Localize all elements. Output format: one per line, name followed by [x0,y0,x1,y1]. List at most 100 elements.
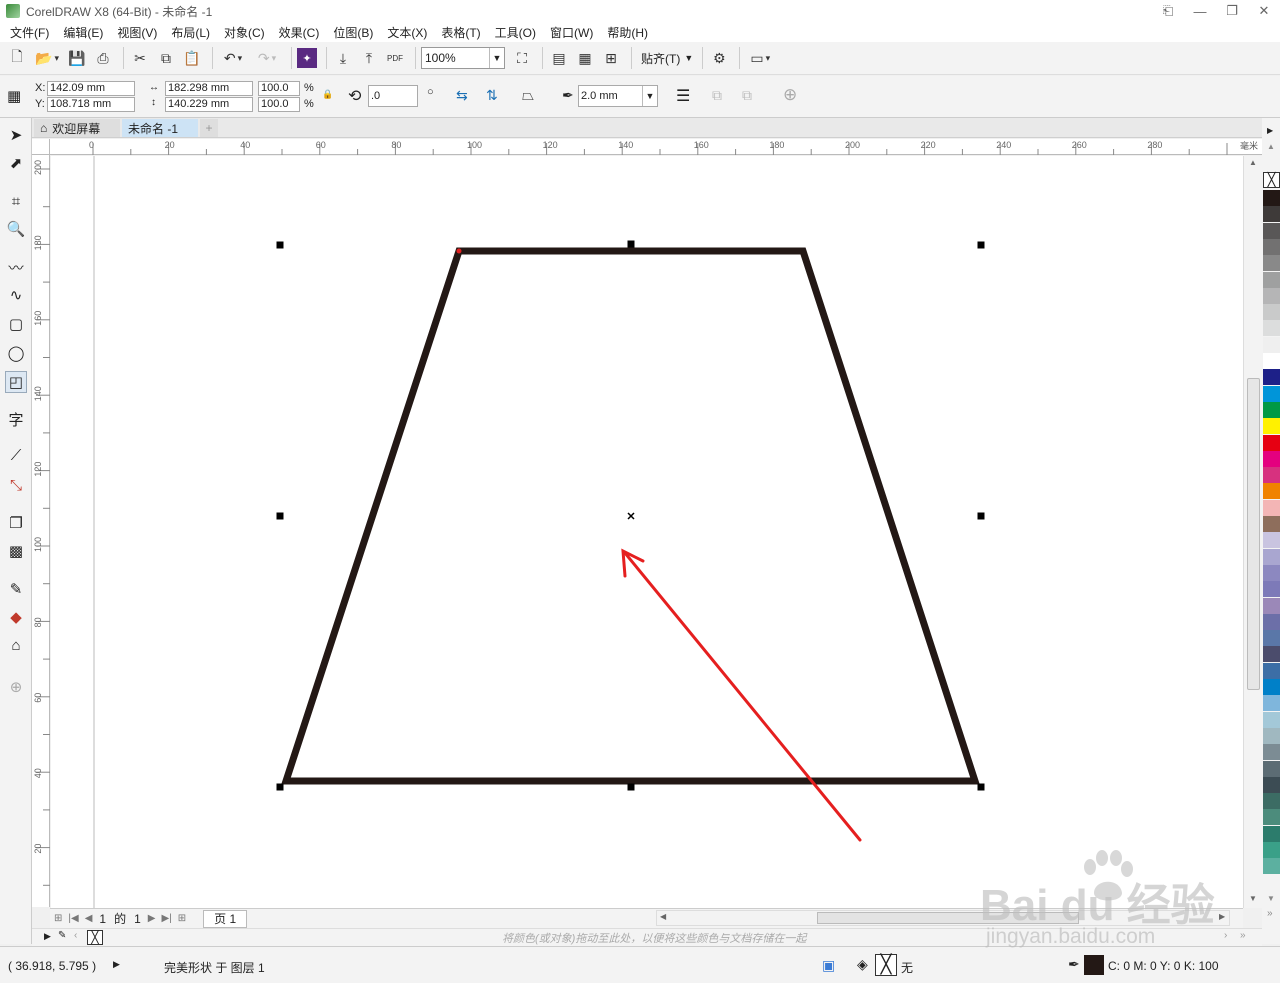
next-page-icon[interactable]: ▶ [148,913,156,924]
color-swatch[interactable] [1263,532,1280,549]
selection-handle[interactable] [627,240,635,248]
color-swatch[interactable] [1263,450,1280,467]
paste-icon[interactable]: 📋 [181,47,203,69]
show-rulers-icon[interactable]: ▤ [548,47,570,69]
color-proof-icon[interactable]: ▣ [822,957,835,974]
horizontal-scrollbar[interactable]: ◀ ▶ [656,910,1230,926]
tab-document[interactable]: 未命名 -1 [122,119,198,137]
rectangle-tool-icon[interactable]: ▢ [5,313,27,335]
color-swatch[interactable] [1263,206,1280,223]
color-swatch[interactable] [1263,809,1280,826]
color-swatch[interactable] [1263,776,1280,793]
color-swatch[interactable] [1263,630,1280,647]
new-tab-button[interactable]: + [200,119,218,137]
undo-icon[interactable]: ↶ [218,47,248,69]
color-swatch[interactable] [1263,679,1280,695]
last-page-icon[interactable]: ▶| [161,913,171,924]
trapezoid-shape-icon[interactable]: ⏢ [522,87,534,104]
menu-view[interactable]: 视图(V) [111,24,165,41]
options-gear-icon[interactable]: ⚙ [708,47,730,69]
color-swatch[interactable] [1263,695,1280,712]
shape-tool-icon[interactable]: ⬈ [5,152,27,174]
application-launcher-icon[interactable]: ▭ [745,47,775,69]
color-swatch[interactable] [1263,190,1280,206]
palette-expand-icon[interactable]: » [1267,908,1273,919]
account-icon[interactable]: ⎗ [1152,0,1184,22]
artistic-media-tool-icon[interactable]: ∿ [5,284,27,306]
menu-table[interactable]: 表格(T) [435,24,488,41]
redo-icon[interactable]: ↷ [252,47,282,69]
menu-text[interactable]: 文本(X) [381,24,435,41]
color-swatch[interactable] [1263,499,1280,516]
palette-no-color-swatch[interactable]: ╳ [1263,172,1280,188]
snap-to-dropdown[interactable]: 贴齐(T) ▼ [637,50,697,67]
show-grid-icon[interactable]: ▦ [574,47,596,69]
menu-edit[interactable]: 编辑(E) [57,24,111,41]
color-swatch[interactable] [1263,385,1280,402]
palette-eyedropper-icon[interactable]: ✎ [58,930,66,941]
menu-bitmaps[interactable]: 位图(B) [327,24,381,41]
palette-scroll-left-icon[interactable]: ‹ [74,930,77,941]
close-button[interactable]: ✕ [1248,0,1280,22]
color-swatch[interactable] [1263,255,1280,272]
color-swatch[interactable] [1263,287,1280,304]
color-swatch[interactable] [1263,271,1280,288]
color-swatch[interactable] [1263,597,1280,614]
color-swatch[interactable] [1263,581,1280,598]
palette-menu-icon[interactable]: ▶ [44,931,51,942]
color-swatch[interactable] [1263,711,1280,728]
menu-window[interactable]: 窗口(W) [544,24,601,41]
add-icon[interactable]: ⊕ [783,85,797,105]
color-swatch[interactable] [1263,238,1280,255]
connector-tool-icon[interactable]: ⤡ [5,474,27,496]
palette-scroll-down-icon[interactable]: ▼ [1267,894,1275,903]
color-swatch[interactable] [1263,548,1280,565]
selection-handle[interactable] [977,241,985,249]
scroll-right-icon[interactable]: ▶ [1219,912,1225,921]
text-tool-icon[interactable]: 字 [5,408,27,430]
color-swatch[interactable] [1263,564,1280,581]
vertical-scroll-thumb[interactable] [1247,378,1260,690]
color-swatch[interactable] [1263,646,1280,663]
text-wrap-icon[interactable]: ☰ [676,86,690,106]
ellipse-tool-icon[interactable]: ◯ [5,342,27,364]
horizontal-scroll-thumb[interactable] [817,912,1079,924]
mirror-horizontal-icon[interactable]: ⇆ [456,87,468,104]
color-swatch[interactable] [1263,793,1280,810]
selection-handle[interactable] [627,783,635,791]
document-palette[interactable]: ▶ ✎ ‹ ╳ 将颜色(或对象)拖动至此处，以便将这些颜色与文档存储在一起 › … [32,928,1262,946]
selection-handle[interactable] [276,512,284,520]
print-icon[interactable]: ⎙ [92,47,114,69]
color-swatch[interactable] [1263,825,1280,842]
transparency-tool-icon[interactable]: ▩ [5,540,27,562]
interactive-fill-tool-icon[interactable]: ◆ [5,606,27,628]
color-swatch[interactable] [1263,336,1280,353]
search-content-icon[interactable]: ✦ [297,48,317,68]
palette-scroll-up-icon[interactable]: ▲ [1267,142,1275,151]
open-icon[interactable]: 📂 [32,47,62,69]
menu-object[interactable]: 对象(C) [218,24,273,41]
color-swatch[interactable] [1263,613,1280,630]
menu-file[interactable]: 文件(F) [4,24,57,41]
previous-page-icon[interactable]: ◀ [85,913,93,924]
zoom-level-select[interactable]: 100% ▼ [421,47,505,69]
ruler-origin[interactable] [32,139,50,155]
menu-help[interactable]: 帮助(H) [601,24,656,41]
restore-button[interactable]: ❐ [1216,0,1248,22]
color-swatch[interactable] [1263,858,1280,875]
color-swatch[interactable] [1263,760,1280,777]
outline-width-select[interactable]: 2.0 mm ▼ [578,85,658,107]
selection-handle[interactable] [977,783,985,791]
color-swatch[interactable] [1263,353,1280,369]
selection-handle[interactable] [276,783,284,791]
smart-fill-tool-icon[interactable]: ⌂ [5,634,27,656]
object-origin-icon[interactable]: ▦ [7,87,21,105]
add-page-before-icon[interactable]: ⊞ [54,913,62,924]
scale-height-field[interactable]: 100.0 [258,97,300,112]
drawing-canvas[interactable] [51,156,1243,908]
add-tool-icon[interactable]: ⊕ [5,676,27,698]
x-position-field[interactable]: 142.09 mm [47,81,135,96]
menu-effects[interactable]: 效果(C) [273,24,328,41]
color-swatch[interactable] [1263,516,1280,532]
copy-icon[interactable]: ⧉ [155,47,177,69]
